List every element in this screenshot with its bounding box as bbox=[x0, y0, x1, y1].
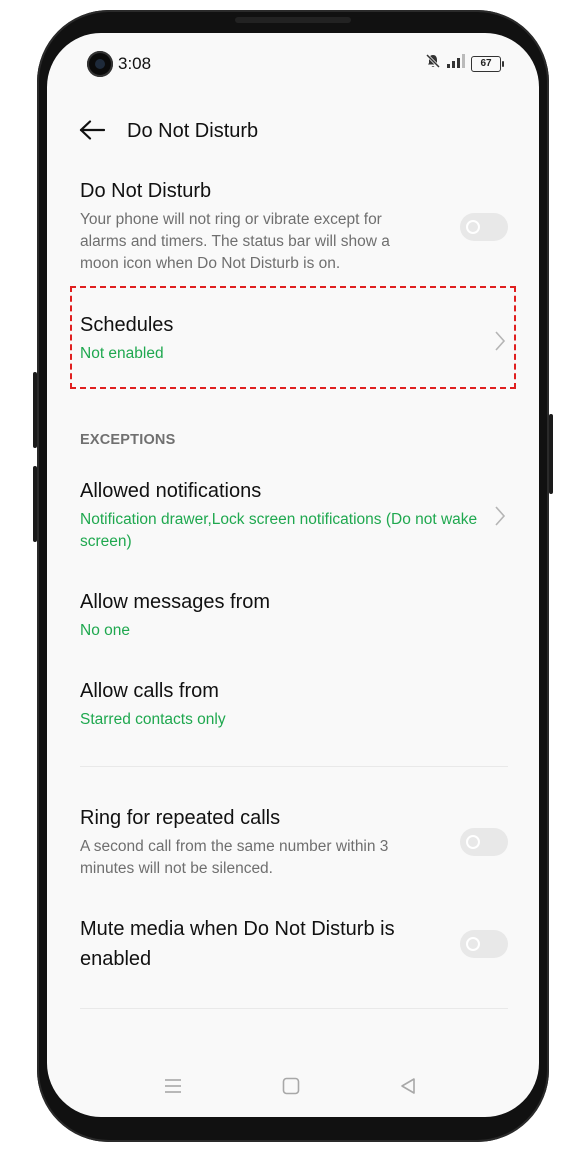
allow-calls-value: Starred contacts only bbox=[80, 711, 226, 728]
section-divider bbox=[80, 766, 508, 767]
mute-media-row[interactable]: Mute media when Do Not Disturb is enable… bbox=[80, 914, 508, 974]
mute-media-title: Mute media when Do Not Disturb is enable… bbox=[80, 918, 395, 970]
schedules-title: Schedules bbox=[80, 314, 174, 336]
volume-button bbox=[33, 372, 37, 448]
status-icons: 67 bbox=[425, 53, 504, 74]
bell-off-icon bbox=[425, 53, 441, 74]
back-triangle-icon bbox=[401, 1078, 415, 1094]
allowed-notifications-title: Allowed notifications bbox=[80, 480, 262, 502]
home-icon bbox=[282, 1077, 300, 1095]
ring-repeated-row[interactable]: Ring for repeated calls A second call fr… bbox=[80, 803, 508, 880]
battery-icon: 67 bbox=[471, 55, 504, 72]
app-header: Do Not Disturb bbox=[47, 111, 539, 151]
dnd-row[interactable]: Do Not Disturb Your phone will not ring … bbox=[80, 176, 508, 275]
bottom-divider bbox=[80, 1008, 508, 1009]
allow-messages-value: No one bbox=[80, 622, 130, 639]
ring-repeated-toggle[interactable] bbox=[460, 828, 508, 856]
menu-icon bbox=[165, 1079, 181, 1093]
page-title: Do Not Disturb bbox=[127, 120, 259, 142]
home-button[interactable] bbox=[276, 1071, 306, 1101]
allowed-notifications-row[interactable]: Allowed notifications Notification drawe… bbox=[80, 476, 508, 553]
chevron-right-icon bbox=[495, 506, 506, 526]
exceptions-header: EXCEPTIONS bbox=[80, 432, 176, 448]
status-time: 3:08 bbox=[118, 54, 152, 73]
allow-calls-row[interactable]: Allow calls from Starred contacts only bbox=[80, 676, 508, 731]
allowed-notifications-value: Notification drawer,Lock screen notifica… bbox=[80, 511, 478, 550]
arrow-left-icon bbox=[79, 120, 105, 140]
back-button[interactable] bbox=[77, 115, 107, 145]
ring-repeated-description: A second call from the same number withi… bbox=[80, 838, 389, 877]
earpiece-speaker bbox=[235, 17, 351, 23]
schedules-status: Not enabled bbox=[80, 345, 164, 362]
nav-back-button[interactable] bbox=[393, 1071, 423, 1101]
allow-calls-title: Allow calls from bbox=[80, 680, 219, 702]
ring-repeated-title: Ring for repeated calls bbox=[80, 807, 281, 829]
navigation-bar bbox=[47, 1057, 539, 1117]
front-camera bbox=[87, 51, 113, 77]
allow-messages-row[interactable]: Allow messages from No one bbox=[80, 587, 508, 642]
dnd-description: Your phone will not ring or vibrate exce… bbox=[80, 211, 390, 272]
allow-messages-title: Allow messages from bbox=[80, 591, 271, 613]
volume-button-lower bbox=[33, 466, 37, 542]
recents-button[interactable] bbox=[158, 1071, 188, 1101]
status-bar: 3:08 67 bbox=[47, 33, 539, 93]
chevron-right-icon bbox=[495, 331, 506, 351]
power-button bbox=[549, 414, 553, 494]
schedules-row[interactable]: Schedules Not enabled bbox=[80, 310, 508, 365]
signal-icon bbox=[447, 54, 465, 73]
dnd-toggle[interactable] bbox=[460, 213, 508, 241]
mute-media-toggle[interactable] bbox=[460, 930, 508, 958]
screen: 3:08 67 Do Not Disturb Do Not Disturb Yo… bbox=[47, 33, 539, 1117]
dnd-title: Do Not Disturb bbox=[80, 180, 212, 202]
